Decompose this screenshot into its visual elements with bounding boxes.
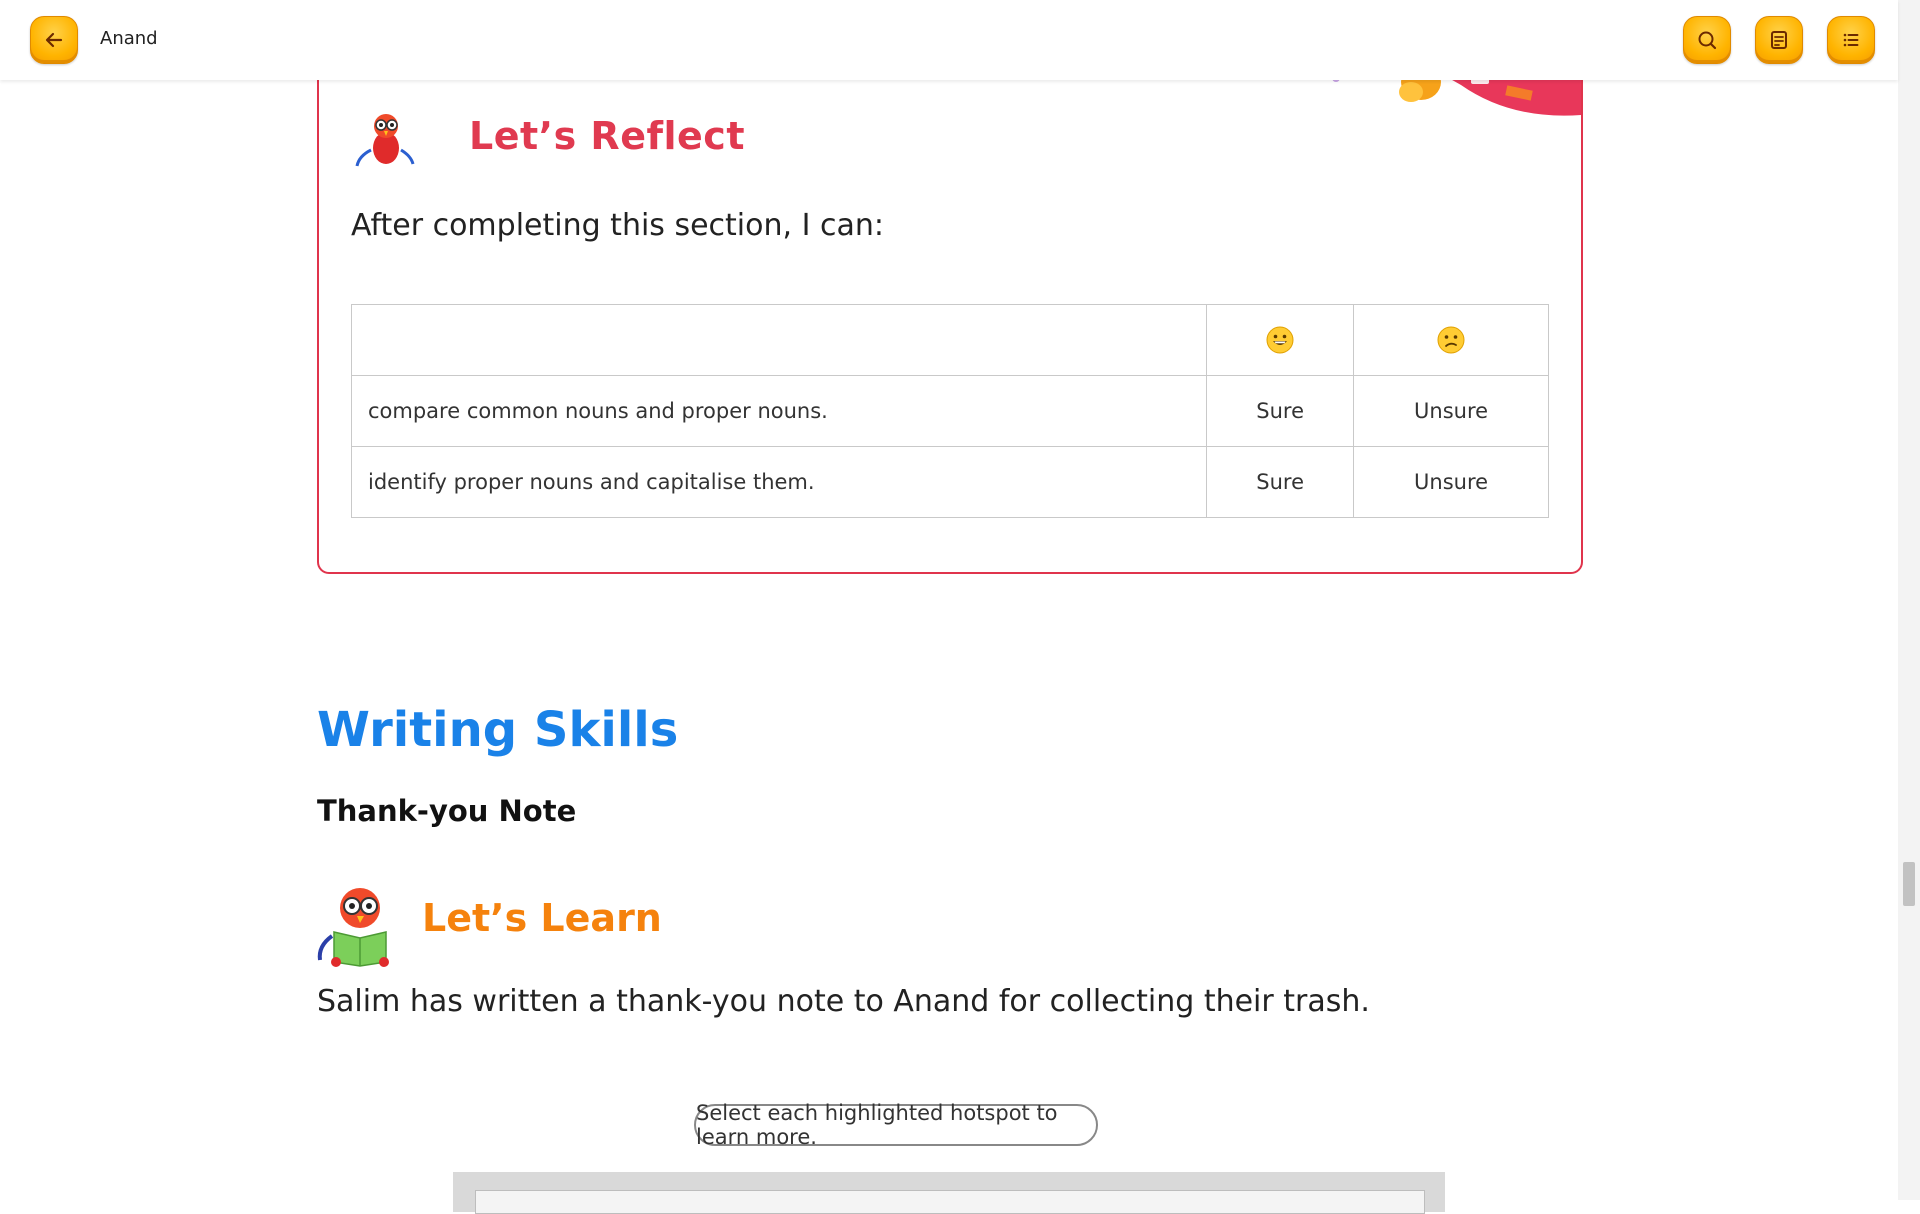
- hotspot-instruction: Select each highlighted hotspot to learn…: [694, 1101, 1098, 1149]
- header-unsure-cell: [1353, 304, 1549, 376]
- sure-option[interactable]: Sure: [1206, 375, 1355, 447]
- top-bar: Anand: [0, 0, 1898, 80]
- subsection-title: Thank-you Note: [317, 794, 577, 828]
- reflect-intro: After completing this section, I can:: [351, 208, 884, 243]
- reflect-card: Let’s Reflect After completing this sect…: [317, 60, 1583, 574]
- header-empty-cell: [350, 304, 1208, 376]
- search-button[interactable]: [1683, 16, 1731, 64]
- header-sure-cell: [1206, 304, 1355, 376]
- table-of-contents-button[interactable]: [1827, 16, 1875, 64]
- notes-icon: [1771, 31, 1787, 49]
- grinning-face-icon: [1266, 326, 1294, 354]
- statement-cell: identify proper nouns and capitalise the…: [350, 446, 1208, 518]
- interactive-image[interactable]: [475, 1190, 1425, 1214]
- confused-face-icon: [1437, 326, 1465, 354]
- scrollbar-track[interactable]: [1898, 0, 1920, 1200]
- search-icon: [1698, 31, 1717, 50]
- table-row: compare common nouns and proper nouns. S…: [350, 375, 1549, 447]
- back-button[interactable]: [30, 16, 78, 64]
- section-title: Writing Skills: [317, 702, 679, 758]
- interactive-image-frame[interactable]: [453, 1172, 1445, 1214]
- scrollbar-thumb[interactable]: [1903, 862, 1915, 906]
- reading-parrot-mascot-icon: [317, 878, 389, 967]
- arrow-left-icon: [45, 32, 63, 48]
- notes-button[interactable]: [1755, 16, 1803, 64]
- unsure-option[interactable]: Unsure: [1353, 375, 1549, 447]
- unsure-option[interactable]: Unsure: [1353, 446, 1549, 518]
- list-icon: [1843, 33, 1859, 47]
- learn-text: Salim has written a thank-you note to An…: [317, 984, 1370, 1019]
- reflect-title: Let’s Reflect: [469, 114, 745, 158]
- book-title: Anand: [100, 28, 158, 49]
- sure-option[interactable]: Sure: [1206, 446, 1355, 518]
- table-header-row: [350, 304, 1549, 376]
- table-row: identify proper nouns and capitalise the…: [350, 446, 1549, 518]
- reflect-table: compare common nouns and proper nouns. S…: [350, 304, 1549, 518]
- parrot-mascot-icon: [355, 114, 415, 167]
- learn-title: Let’s Learn: [422, 896, 662, 940]
- statement-cell: compare common nouns and proper nouns.: [350, 375, 1208, 447]
